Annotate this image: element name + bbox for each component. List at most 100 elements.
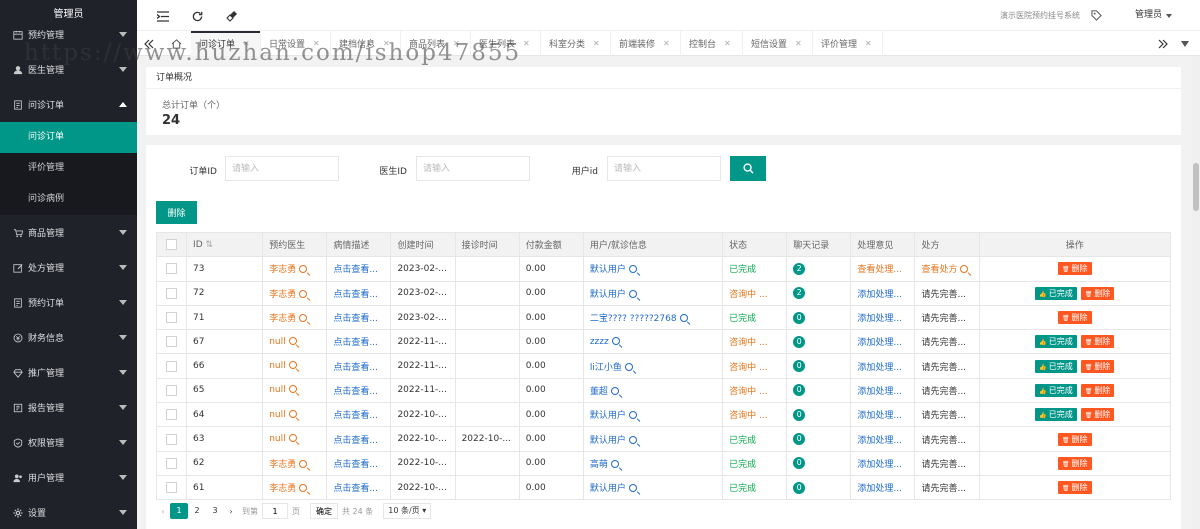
menu-toggle-icon[interactable] <box>153 6 173 26</box>
page-scrollbar[interactable] <box>1192 56 1200 529</box>
opinion-link[interactable]: 添加处理... <box>850 304 916 331</box>
sidebar-subitem[interactable]: 问诊订单 <box>0 122 137 153</box>
delete-button[interactable]: 🗑 删除 <box>1058 481 1092 495</box>
doctor-cell[interactable]: null <box>262 353 328 379</box>
doctor-cell[interactable]: null <box>262 402 328 428</box>
user-link[interactable]: 默认用户 <box>582 256 724 282</box>
opinion-link[interactable]: 添加处理... <box>850 474 916 501</box>
complete-button[interactable]: 👍 已完成 <box>1035 408 1077 422</box>
search-icon[interactable] <box>610 386 619 395</box>
user-link[interactable]: 二宝???? ?????2768 <box>582 304 724 331</box>
tabs-prev-icon[interactable] <box>137 31 161 56</box>
desc-link[interactable]: 点击查看... <box>326 402 392 428</box>
chevron-down-icon[interactable] <box>119 440 127 445</box>
chat-count-badge[interactable]: 2 <box>793 287 806 300</box>
search-button[interactable] <box>730 156 766 181</box>
desc-link[interactable]: 点击查看... <box>326 304 392 331</box>
prescription-cell[interactable]: 查看处方 <box>914 256 980 282</box>
chevron-down-icon[interactable] <box>1166 14 1172 18</box>
tabs-next-icon[interactable] <box>1151 31 1175 56</box>
tag-icon[interactable] <box>1091 10 1102 24</box>
sidebar-item[interactable]: 医生管理 <box>0 52 137 87</box>
close-icon[interactable]: ✕ <box>453 39 460 48</box>
desc-link[interactable]: 点击查看... <box>326 353 392 379</box>
complete-button[interactable]: 👍 已完成 <box>1035 359 1077 373</box>
chevron-down-icon[interactable] <box>119 32 127 37</box>
chat-count-badge[interactable]: 0 <box>793 433 806 446</box>
chevron-down-icon[interactable] <box>119 300 127 305</box>
chat-count-badge[interactable]: 0 <box>793 384 806 397</box>
scrollbar-thumb[interactable] <box>1193 163 1199 211</box>
close-icon[interactable]: ✕ <box>383 39 390 48</box>
search-icon[interactable] <box>288 361 297 370</box>
delete-button[interactable]: 🗑 删除 <box>1058 456 1092 470</box>
goto-confirm-button[interactable]: 确定 <box>310 503 338 519</box>
doctor-cell[interactable]: 李志勇 <box>262 280 328 306</box>
doctor-cell[interactable]: 李志勇 <box>262 450 328 476</box>
complete-button[interactable]: 👍 已完成 <box>1035 335 1077 349</box>
search-icon[interactable] <box>288 336 297 345</box>
opinion-link[interactable]: 添加处理... <box>850 329 916 355</box>
row-checkbox[interactable] <box>155 280 188 306</box>
chat-cell[interactable]: 0 <box>786 353 852 379</box>
search-icon[interactable] <box>960 265 969 274</box>
tab-item[interactable]: 商品列表 ✕ <box>401 31 471 56</box>
user-link[interactable]: zzzz <box>582 329 724 355</box>
refresh-icon[interactable] <box>187 6 207 26</box>
chat-cell[interactable]: 0 <box>786 450 852 476</box>
search-icon[interactable] <box>299 265 308 274</box>
search-icon[interactable] <box>288 434 297 443</box>
opinion-link[interactable]: 添加处理... <box>850 280 916 306</box>
search-icon[interactable] <box>628 484 637 493</box>
desc-link[interactable]: 点击查看... <box>326 256 392 282</box>
batch-delete-button[interactable]: 删除 <box>156 201 197 224</box>
chat-cell[interactable]: 0 <box>786 474 852 501</box>
search-icon[interactable] <box>610 459 619 468</box>
search-icon[interactable] <box>624 362 633 371</box>
tab-item[interactable]: 短信设置 ✕ <box>743 31 813 56</box>
order-id-input[interactable] <box>225 156 339 181</box>
tab-item[interactable]: 日常设置 ✕ <box>261 31 331 56</box>
row-checkbox[interactable] <box>155 304 188 331</box>
chevron-down-icon[interactable] <box>119 405 127 410</box>
chat-cell[interactable]: 2 <box>786 280 852 306</box>
page-number[interactable]: 3 <box>206 503 224 519</box>
delete-button[interactable]: 🗑 删除 <box>1080 335 1115 349</box>
row-checkbox[interactable] <box>155 450 188 476</box>
search-icon[interactable] <box>628 265 637 274</box>
row-checkbox[interactable] <box>155 329 188 355</box>
sort-icon[interactable]: ⇅ <box>203 240 214 250</box>
opinion-link[interactable]: 添加处理... <box>850 402 916 428</box>
user-link[interactable]: 默认用户 <box>582 402 724 428</box>
opinion-link[interactable]: 添加处理... <box>850 377 916 404</box>
close-icon[interactable]: ✕ <box>865 39 872 48</box>
desc-link[interactable]: 点击查看... <box>326 329 392 355</box>
close-icon[interactable]: ✕ <box>795 39 802 48</box>
user-link[interactable]: 高萌 <box>582 450 724 476</box>
row-checkbox[interactable] <box>155 377 188 404</box>
chat-cell[interactable]: 2 <box>786 256 852 282</box>
chevron-down-icon[interactable] <box>119 67 127 72</box>
sidebar-item[interactable]: 预约订单 <box>0 285 137 320</box>
tab-item[interactable]: 前端装修 ✕ <box>611 31 681 56</box>
opinion-link[interactable]: 添加处理... <box>850 450 916 476</box>
tab-item[interactable]: 医生列表 ✕ <box>471 31 541 56</box>
desc-link[interactable]: 点击查看... <box>326 280 392 306</box>
chevron-down-icon[interactable] <box>119 510 127 515</box>
close-icon[interactable]: ✕ <box>724 39 731 48</box>
search-icon[interactable] <box>628 435 637 444</box>
sidebar-subitem[interactable]: 问诊病例 <box>0 184 137 215</box>
chat-count-badge[interactable]: 0 <box>793 457 806 470</box>
tab-item[interactable]: 评价管理 ✕ <box>813 31 883 56</box>
opinion-link[interactable]: 添加处理... <box>850 426 916 452</box>
home-icon[interactable] <box>163 31 189 56</box>
row-checkbox[interactable] <box>155 426 188 452</box>
desc-link[interactable]: 点击查看... <box>326 377 392 404</box>
desc-link[interactable]: 点击查看... <box>326 450 392 476</box>
page-next-icon[interactable]: › <box>224 507 238 516</box>
chevron-down-icon[interactable] <box>119 370 127 375</box>
chat-cell[interactable]: 0 <box>786 402 852 428</box>
sidebar-item[interactable]: 推广管理 <box>0 355 137 390</box>
doctor-cell[interactable]: 李志勇 <box>262 474 328 501</box>
select-all-checkbox[interactable] <box>155 231 188 258</box>
